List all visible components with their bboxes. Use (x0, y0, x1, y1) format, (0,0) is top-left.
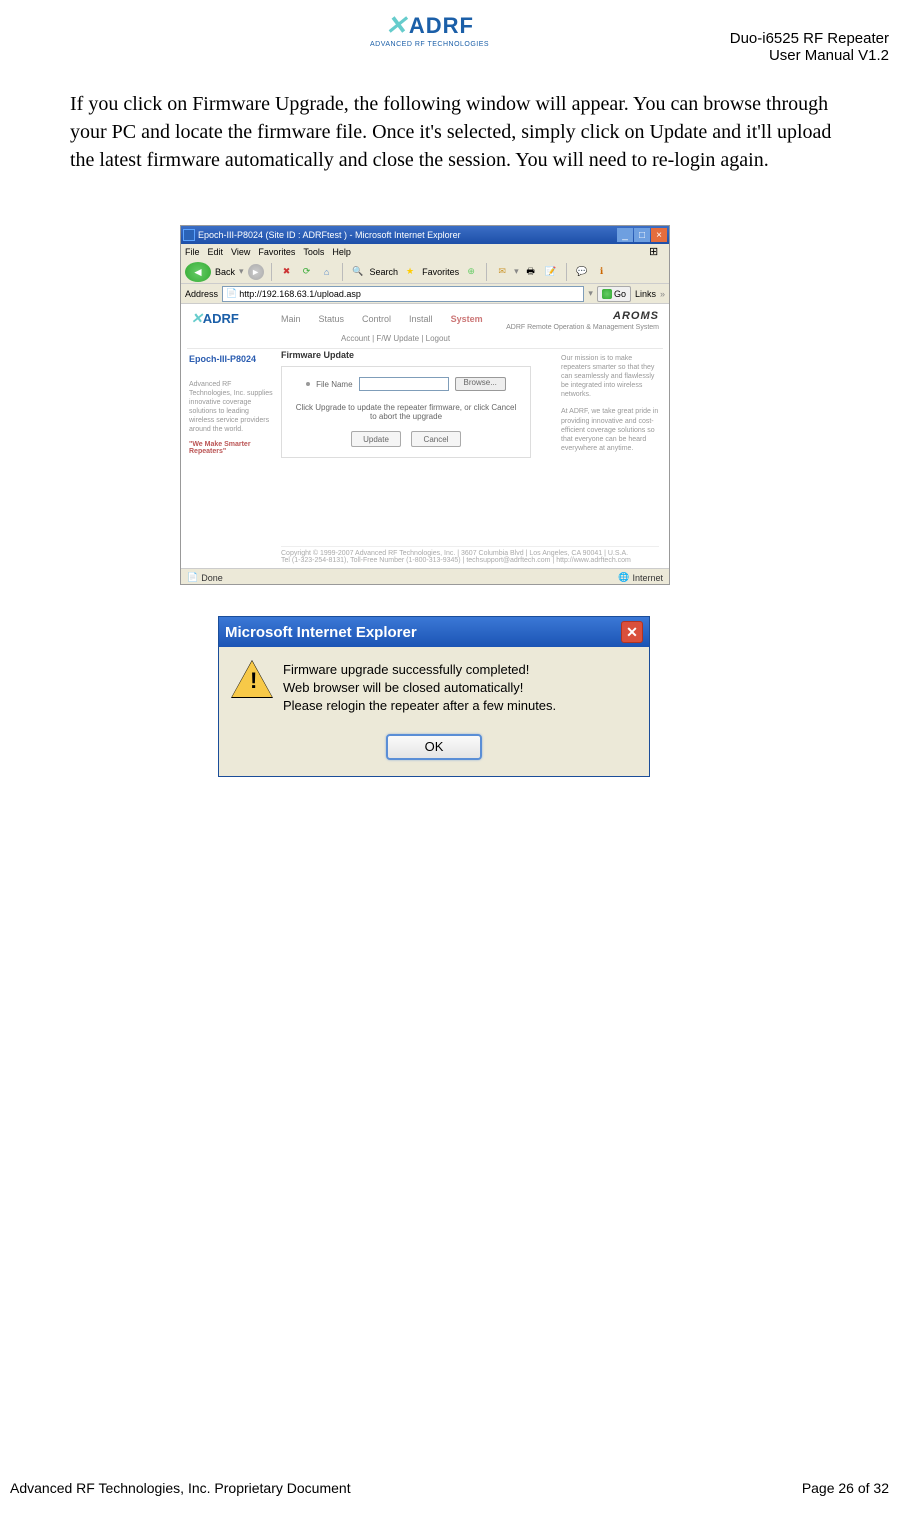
home-icon[interactable]: ⌂ (319, 264, 335, 280)
status-internet: Internet (632, 573, 663, 583)
logo-icon: ✕ (385, 10, 407, 41)
menu-view[interactable]: View (231, 247, 250, 257)
forward-icon[interactable]: ► (248, 264, 264, 280)
dialog-message: Firmware upgrade successfully completed!… (283, 661, 556, 716)
nav-system[interactable]: System (451, 314, 483, 324)
address-input[interactable]: 📄 http://192.168.63.1/upload.asp (222, 286, 584, 302)
header-logo: ✕ ADRF ADVANCED RF TECHNOLOGIES (370, 10, 489, 48)
header-right: Duo-i6525 RF Repeater User Manual V1.2 (730, 30, 889, 64)
dialog-line-2: Web browser will be closed automatically… (283, 679, 556, 697)
window-title: Epoch-III-P8024 (Site ID : ADRFtest ) - … (198, 230, 461, 240)
ie-menubar: File Edit View Favorites Tools Help ⊞ (181, 244, 669, 260)
web-sidebar: Epoch-III-P8024 Advanced RF Technologies… (189, 354, 274, 455)
menu-help[interactable]: Help (332, 247, 351, 257)
bullet-icon (306, 382, 310, 386)
menu-edit[interactable]: Edit (208, 247, 224, 257)
edit-icon[interactable]: 📝 (543, 264, 559, 280)
back-button[interactable]: ◄ (185, 262, 211, 282)
print-icon[interactable]: 🖶 (523, 264, 539, 280)
sidebar-model: Epoch-III-P8024 (189, 354, 274, 364)
nav-control[interactable]: Control (362, 314, 391, 324)
footer-left: Advanced RF Technologies, Inc. Proprieta… (10, 1480, 351, 1496)
favorites-icon[interactable]: ★ (402, 264, 418, 280)
cancel-button[interactable]: Cancel (411, 431, 461, 447)
web-main-panel: Firmware Update File Name Browse... Clic… (281, 350, 531, 458)
dialog-line-3: Please relogin the repeater after a few … (283, 697, 556, 715)
warning-icon: ! (233, 661, 271, 699)
update-button[interactable]: Update (351, 431, 401, 447)
file-input[interactable] (359, 377, 449, 391)
web-nav: Main Status Control Install System (281, 314, 483, 324)
body-paragraph: If you click on Firmware Upgrade, the fo… (70, 90, 839, 174)
web-content: ✕ADRF Main Status Control Install System… (181, 304, 669, 568)
minimize-button[interactable]: _ (617, 228, 633, 242)
discuss-icon[interactable]: 💬 (574, 264, 590, 280)
close-button[interactable]: × (651, 228, 667, 242)
menu-file[interactable]: File (185, 247, 200, 257)
ie-titlebar: Epoch-III-P8024 (Site ID : ADRFtest ) - … (181, 226, 669, 244)
aroms-title: AROMS (613, 310, 659, 322)
media-icon[interactable]: ⊕ (463, 264, 479, 280)
dialog-titlebar: Microsoft Internet Explorer ✕ (219, 617, 649, 647)
search-icon[interactable]: 🔍 (350, 264, 366, 280)
aroms-subtitle: ADRF Remote Operation & Management Syste… (506, 324, 659, 331)
status-done: Done (201, 573, 223, 583)
favorites-label: Favorites (422, 267, 459, 277)
dialog-close-button[interactable]: ✕ (621, 621, 643, 643)
nav-main[interactable]: Main (281, 314, 301, 324)
internet-icon: 🌐 (618, 572, 629, 583)
product-name: Duo-i6525 RF Repeater (730, 30, 889, 47)
sidebar-tagline: "We Make Smarter Repeaters" (189, 441, 274, 455)
mission-text-1: Our mission is to make repeaters smarter… (561, 354, 661, 399)
copyright-text: Copyright © 1999-2007 Advanced RF Techno… (281, 550, 659, 557)
logo-text: ADRF (409, 13, 474, 39)
ie-icon (183, 229, 195, 241)
dialog-screenshot: Microsoft Internet Explorer ✕ ! Firmware… (218, 616, 650, 777)
web-subnav[interactable]: Account | F/W Update | Logout (341, 334, 450, 343)
browse-button[interactable]: Browse... (455, 377, 506, 391)
refresh-icon[interactable]: ⟳ (299, 264, 315, 280)
web-logo: ✕ADRF (191, 310, 239, 327)
dialog-line-1: Firmware upgrade successfully completed! (283, 661, 556, 679)
links-label[interactable]: Links (635, 289, 656, 299)
panel-title: Firmware Update (281, 350, 531, 360)
ie-toolbar: ◄ Back ▾ ► ✖ ⟳ ⌂ 🔍 Search ★ Favorites ⊕ … (181, 260, 669, 284)
footer-right: Page 26 of 32 (802, 1480, 889, 1496)
go-button[interactable]: Go (597, 286, 631, 302)
manual-version: User Manual V1.2 (730, 47, 889, 64)
nav-status[interactable]: Status (319, 314, 345, 324)
back-label: Back (215, 267, 235, 277)
nav-install[interactable]: Install (409, 314, 433, 324)
maximize-button[interactable]: □ (634, 228, 650, 242)
windows-flag-icon: ⊞ (649, 245, 665, 259)
ie-statusbar: 📄 Done 🌐 Internet (181, 568, 669, 585)
search-label: Search (370, 267, 399, 277)
address-label: Address (185, 289, 218, 299)
contact-text: Tel (1-323-254-8131), Toll-Free Number (… (281, 557, 659, 564)
research-icon[interactable]: ℹ (594, 264, 610, 280)
page-footer: Advanced RF Technologies, Inc. Proprieta… (10, 1480, 889, 1496)
menu-favorites[interactable]: Favorites (258, 247, 295, 257)
ok-button[interactable]: OK (386, 734, 482, 760)
mission-text-2: At ADRF, we take great pride in providin… (561, 407, 661, 452)
logo-subtitle: ADVANCED RF TECHNOLOGIES (370, 41, 489, 48)
web-footer: Copyright © 1999-2007 Advanced RF Techno… (281, 546, 659, 564)
menu-tools[interactable]: Tools (303, 247, 324, 257)
instruction-text: Click Upgrade to update the repeater fir… (292, 403, 520, 421)
dialog-title: Microsoft Internet Explorer (225, 624, 417, 641)
mail-icon[interactable]: ✉ (494, 264, 510, 280)
stop-icon[interactable]: ✖ (279, 264, 295, 280)
sidebar-desc: Advanced RF Technologies, Inc. supplies … (189, 380, 274, 435)
file-name-label: File Name (316, 380, 352, 389)
web-right-sidebar: Our mission is to make repeaters smarter… (561, 354, 661, 461)
ie-addressbar: Address 📄 http://192.168.63.1/upload.asp… (181, 284, 669, 304)
browser-screenshot: Epoch-III-P8024 (Site ID : ADRFtest ) - … (180, 225, 670, 585)
